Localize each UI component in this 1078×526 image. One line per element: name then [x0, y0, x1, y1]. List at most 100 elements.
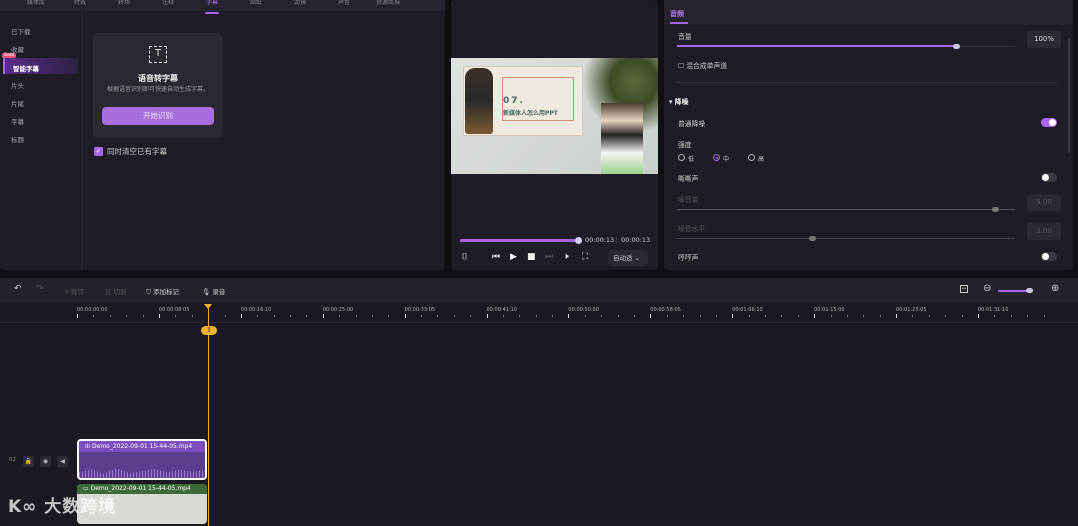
fit-timeline-icon[interactable]: ↔	[960, 285, 969, 293]
scrollbar[interactable]	[1068, 38, 1070, 153]
ruler-tick	[732, 314, 734, 318]
audio-clip[interactable]: ıIı Demo_2022-09-01 15-44-05.mp4	[77, 439, 207, 480]
hiss-label: 嘶嘶声	[678, 175, 699, 183]
sidebar-item-titles[interactable]: 标题	[11, 134, 24, 144]
tab-transitions[interactable]: 转场	[102, 0, 146, 11]
clear-subtitles-checkbox[interactable]: ✓ 同时清空已有字幕	[94, 146, 167, 157]
sidebar-item-outro[interactable]: 片尾	[11, 98, 24, 108]
lock-icon[interactable]: 🔒	[23, 456, 34, 467]
tab-store[interactable]: 资源商城	[366, 0, 410, 11]
audio-waveform	[79, 468, 205, 478]
hiss-toggle[interactable]	[1041, 173, 1057, 182]
record-button[interactable]: 🎙 录音	[202, 286, 225, 296]
hum-toggle[interactable]	[1041, 252, 1057, 261]
crop-label: 裁切	[70, 288, 84, 296]
noise-volume-slider-handle[interactable]	[992, 207, 999, 212]
noise-level-slider-handle[interactable]	[809, 236, 816, 241]
video-clip-name: Demo_2022-09-01 15-44-05.mp4	[90, 485, 191, 492]
tab-media[interactable]: 媒体库	[14, 0, 58, 11]
tab-audio[interactable]: 音频	[670, 9, 684, 19]
strength-high-radio[interactable]	[748, 154, 755, 161]
next-frame-icon[interactable]: ⏭	[545, 252, 553, 262]
tab-effects[interactable]: 特效	[58, 0, 102, 11]
sidebar-item-intro[interactable]: 片头	[11, 80, 24, 90]
ruler-minor-tick	[945, 315, 947, 317]
ruler-minor-tick	[519, 315, 521, 317]
prev-frame-icon[interactable]: ⏮	[492, 252, 500, 262]
zoom-select[interactable]: 自动适 ⌄	[608, 250, 648, 266]
strength-low-radio[interactable]	[678, 154, 685, 161]
noise-level-label: 噪音水平	[678, 225, 706, 233]
record-label: 录音	[212, 288, 226, 296]
tab-annotations[interactable]: 注释	[146, 0, 190, 11]
ruler-minor-tick	[617, 315, 619, 317]
ruler-minor-tick	[1027, 315, 1029, 317]
playhead[interactable]	[204, 304, 212, 526]
playback-progress[interactable]	[460, 237, 582, 244]
zoom-in-icon[interactable]: ⊕	[1051, 283, 1059, 294]
eye-icon[interactable]: ◉	[40, 456, 51, 467]
ruler-label: 00:01:23:05	[896, 307, 927, 313]
normal-denoise-toggle[interactable]	[1041, 118, 1057, 127]
tab-subtitles[interactable]: 字幕	[190, 0, 234, 14]
sidebar-item-downloaded[interactable]: 已下载	[11, 26, 31, 36]
strength-medium-radio[interactable]	[713, 154, 720, 161]
tab-stickers[interactable]: 贴纸	[234, 0, 278, 11]
ruler-minor-tick	[306, 315, 308, 317]
volume-icon[interactable]: 🕨	[563, 252, 569, 262]
split-button[interactable]: ⟧⟦ 切割	[105, 286, 127, 296]
volume-slider-handle[interactable]	[953, 44, 960, 49]
ruler-label: 00:00:00:00	[77, 307, 108, 313]
sidebar-item-subtitles[interactable]: 字幕	[11, 116, 24, 126]
zoom-out-icon[interactable]: ⊖	[983, 283, 991, 294]
zoom-select-value: 自动适	[613, 254, 633, 262]
checkbox-checked-icon: ✓	[94, 147, 103, 156]
denoise-section-toggle[interactable]: ▾ 降噪	[669, 96, 688, 106]
ruler-minor-tick	[191, 315, 193, 317]
ruler-minor-tick	[863, 315, 865, 317]
speech-to-text-card: T 语音转字幕 根据语音识别即可快速自动生成字幕。 开始识别	[93, 33, 223, 138]
play-icon[interactable]: ▶	[510, 252, 517, 262]
denoise-section-title: 降噪	[674, 98, 689, 106]
fullscreen-icon[interactable]: ⛶	[582, 252, 588, 262]
snapshot-icon[interactable]: ⌷	[462, 252, 467, 262]
noise-level-field[interactable]: 3.00	[1027, 223, 1061, 240]
ruler-label: 00:00:16:10	[240, 307, 272, 313]
start-recognition-button[interactable]: 开始识别	[102, 107, 214, 125]
ruler-label: 00:01:15:00	[814, 307, 845, 313]
sidebar: 已下载 收藏 智能字幕 片头 片尾 字幕 标题	[0, 11, 83, 270]
ruler-minor-tick	[470, 315, 472, 317]
chevron-down-icon: ⌄	[634, 254, 641, 262]
volume-slider[interactable]	[677, 45, 956, 47]
add-marker-button[interactable]: ⛉ 添加标记	[146, 286, 179, 297]
waveform-icon: ıIı	[85, 443, 93, 450]
volume-value-field[interactable]: 100%	[1027, 31, 1061, 48]
tab-filters[interactable]: 滤镜	[278, 0, 322, 11]
tab-sound[interactable]: 声音	[322, 0, 366, 11]
ruler-label: 00:00:25:00	[322, 307, 354, 313]
ruler-minor-tick	[502, 315, 504, 317]
ruler-minor-tick	[257, 315, 259, 317]
speaker-icon[interactable]: ◀	[57, 456, 68, 467]
ruler-tick	[568, 314, 570, 318]
time-ruler[interactable]: 00:00:00:00 00:00:08:05 00:00:16:10 00:00:2…	[0, 303, 1078, 323]
ruler-minor-tick	[765, 315, 766, 317]
preview-panel: 07. 新媒体人怎么用PPT 00:00:13 | 00:00:13 ⌷ ⏮ ▶…	[451, 0, 658, 270]
timeline-zoom-handle[interactable]	[1026, 288, 1033, 293]
sidebar-item-smart-subtitles[interactable]: 智能字幕	[3, 58, 78, 74]
ruler-tick	[896, 314, 897, 318]
redo-icon[interactable]: ↷	[36, 284, 44, 294]
ruler-minor-tick	[666, 315, 668, 317]
microphone-icon: 🎙	[202, 288, 211, 296]
noise-volume-field[interactable]: 5.00	[1027, 194, 1061, 211]
ruler-minor-tick	[388, 315, 390, 317]
ruler-minor-tick	[601, 315, 603, 317]
crop-button[interactable]: ⌗ 裁切	[65, 286, 84, 297]
undo-icon[interactable]: ↶	[14, 284, 22, 294]
ruler-minor-tick	[748, 315, 750, 317]
ruler-minor-tick	[1010, 315, 1012, 317]
playhead-split-icon[interactable]: ][	[201, 326, 217, 335]
mono-checkbox[interactable]: ☐ 混合成单声道	[678, 60, 727, 70]
stop-icon[interactable]: ■	[527, 252, 536, 262]
ruler-minor-tick	[830, 315, 832, 317]
